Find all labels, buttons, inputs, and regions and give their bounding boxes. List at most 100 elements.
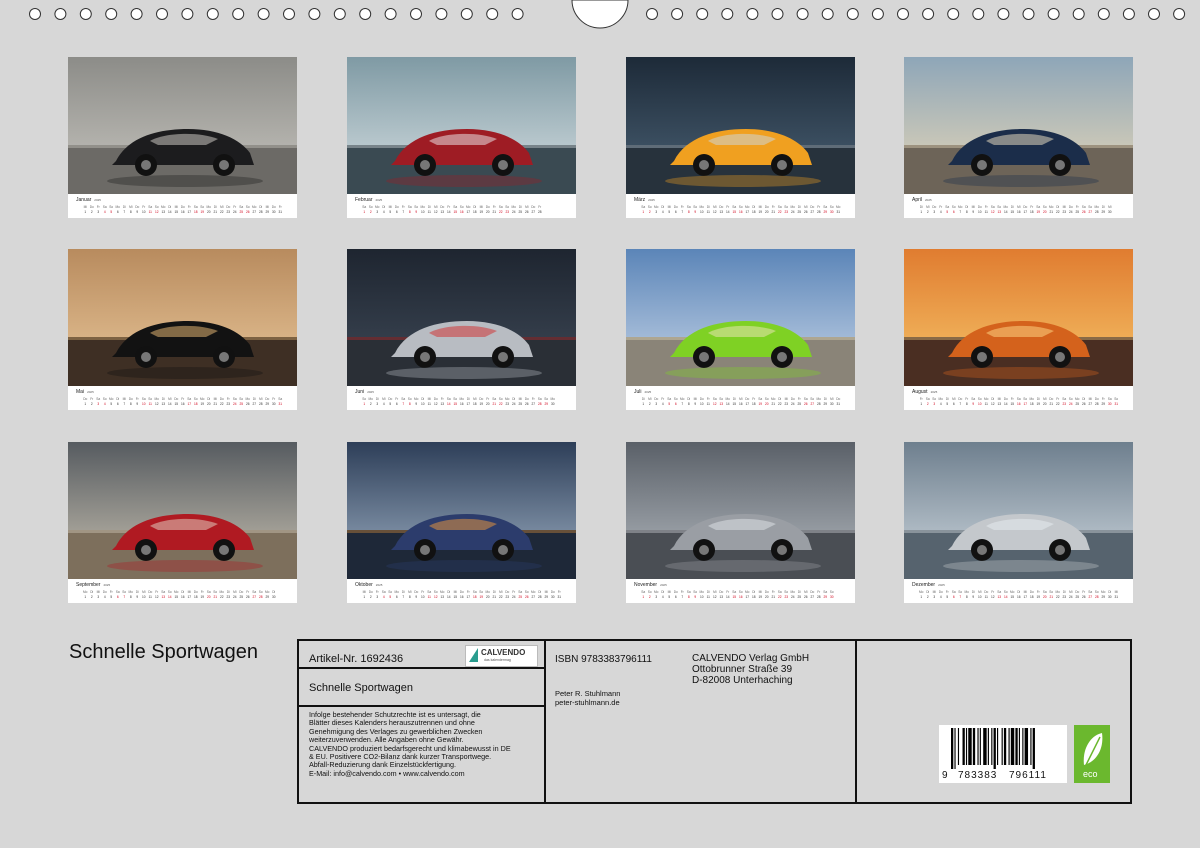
day-row: 1 2 3 4 5 6 7 8 9 10 11 12 13 14 15 16 17 18 19 20 21 22 23 24 2… [361,210,543,215]
month-page: Januar 2025 Mi Do Fr Sa So Mo Di Mi Do Fr Sa So Mo Di Mi… [68,57,297,218]
binding-ring [511,8,524,20]
month-label: April 2025 [912,197,932,203]
month-page: Februar 2025 Sa So Mo Di Mi Do Fr Sa So Mo Di Mi Do Fr S… [347,57,576,218]
month-year: 2025 [660,583,667,587]
month-page: Mai 2025 Do Fr Sa So Mo Di Mi Do Fr Sa So Mo Di Mi Do Fr S… [68,249,297,410]
car-photo [626,57,855,194]
month-label: Juni 2025 [355,389,374,395]
month-label: August 2025 [912,389,937,395]
month-page: September 2025 Mo Di Mi Do Fr Sa So Mo Di Mi Do Fr Sa S… [68,442,297,603]
binding-ring [796,8,809,20]
binding-ring [922,8,935,20]
binding-ring [1122,8,1135,20]
binding-ring [871,8,884,20]
binding-ring [771,8,784,20]
car-photo [68,442,297,579]
binding-ring [54,8,67,20]
car-photo [626,249,855,386]
month-year: 2025 [925,198,932,202]
month-label: Dezember 2025 [912,582,945,588]
month-name: Dezember [912,582,936,588]
binding-ring [947,8,960,20]
car-photo [904,442,1133,579]
binding-ring [79,8,92,20]
car-photo [68,57,297,194]
barcode-bars [951,728,1035,769]
car-photo-image [626,249,855,386]
car-photo [626,442,855,579]
month-year: 2025 [94,198,101,202]
divider [855,641,857,802]
binding-ring [997,8,1010,20]
month-year: 2025 [87,390,94,394]
article-number: Artikel-Nr. 1692436 [309,653,404,665]
day-row: 1 2 3 4 5 6 7 8 9 10 11 12 13 14 15 16 17 18 19 20 21 22 23 24 2… [82,402,284,407]
month-page: Juli 2025 Di Mi Do Fr Sa So Mo Di Mi Do Fr Sa So Mo Di Mi… [626,249,855,410]
binding-ring [435,8,448,20]
legal-notice: Infolge bestehender Schutzrechte ist es … [309,710,541,778]
month-year: 2025 [367,390,374,394]
month-label: Oktober 2025 [355,582,382,588]
barcode-bar [987,728,989,765]
isbn: ISBN 9783383796111 [555,654,652,665]
day-row: 1 2 3 4 5 6 7 8 9 10 11 12 13 14 15 16 17 18 19 20 21 22 23 24 2… [918,210,1113,215]
barcode-digits-left: 783383 [958,770,998,781]
hanger-notch [571,0,629,29]
month-page: August 2025 Fr Sa So Mo Di Mi Do Fr Sa So Mo Di Mi Do Fr… [904,249,1133,410]
author-name: Peter R. Stuhlmann [555,689,621,698]
month-name: Oktober [355,582,373,588]
barcode-bar [997,728,999,765]
month-name: Juni [355,389,365,395]
binding-ring [1072,8,1085,20]
day-number: 31 [278,402,283,406]
barcode-bar [1010,728,1015,765]
car-photo [347,442,576,579]
day-number: 31 [278,210,283,214]
day-row: 1 2 3 4 5 6 7 8 9 10 11 12 13 14 15 16 17 18 19 20 21 22 23 24 2… [918,595,1120,600]
car-photo [347,249,576,386]
binding-ring [156,8,168,20]
barcode-bar [1030,728,1032,765]
publisher-line: Ottobrunner Straße 39 [692,664,793,675]
legal-line: E-Mail: info@calvendo.com • www.calvendo… [309,768,465,778]
barcode: 9 783383 796111 [939,725,1067,783]
day-number: 31 [836,402,841,406]
binding-ring [257,8,270,20]
binding-ring [232,8,245,20]
month-name: Januar [76,197,92,203]
barcode-bar [965,728,968,765]
car-photo [68,249,297,386]
barcode-digits-right: 796111 [1009,770,1047,781]
car-photo-image [68,57,297,194]
car-photo [904,57,1133,194]
calvendo-logo-text: CALVENDO [481,648,526,657]
binding-ring [29,8,41,20]
binding-ring [1148,8,1160,20]
month-page: April 2025 Di Mi Do Fr Sa So Mo Di Mi Do Fr Sa So Mo Di M… [904,57,1133,218]
month-year: 2025 [644,390,652,394]
divider [299,667,544,669]
author-website: peter-stuhlmann.de [555,698,620,707]
month-label: September 2025 [76,582,110,588]
binding-ring [1047,8,1060,20]
car-photo [347,57,576,194]
day-number: 31 [557,595,562,599]
binding-ring [696,8,709,20]
binding-ring [206,8,219,20]
binding-ring [1022,8,1035,20]
month-page: November 2025 Sa So Mo Di Mi Do Fr Sa So Mo Di Mi Do Fr… [626,442,855,603]
binding-ring [460,8,473,20]
month-label: Februar 2025 [355,197,382,203]
calvendo-logo: CALVENDO das kalendermag [465,645,538,667]
barcode-bar [1022,728,1024,765]
binding-ring [359,8,372,20]
info-box: Artikel-Nr. 1692436 CALVENDO das kalende… [297,639,1132,804]
month-name: März [634,197,646,203]
month-page: Oktober 2025 Mi Do Fr Sa So Mo Di Mi Do Fr Sa So Mo Di M… [347,442,576,603]
month-page: Juni 2025 So Mo Di Mi Do Fr Sa So Mo Di Mi Do Fr Sa So Mo… [347,249,576,410]
day-row: 1 2 3 4 5 6 7 8 9 10 11 12 13 14 15 16 17 18 19 20 21 22 23 24 2… [918,402,1120,407]
binding-ring [308,8,321,20]
car-photo-image [626,57,855,194]
binding-ring [897,8,909,20]
car-photo-image [904,57,1133,194]
